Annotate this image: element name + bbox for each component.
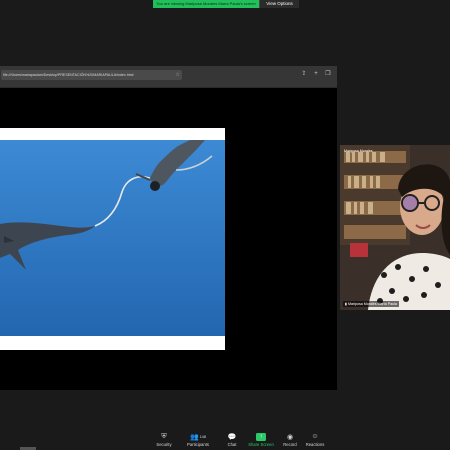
participant-video-feed xyxy=(340,145,450,310)
chat-button[interactable]: 💬 Chat xyxy=(226,432,238,448)
bookmark-star-icon[interactable]: ☆ xyxy=(176,70,180,80)
meeting-toolbar: ⛨ Security 👥 148 Participants 💬 Chat ↑ S… xyxy=(0,428,450,450)
participants-button[interactable]: 👥 148 Participants xyxy=(186,432,210,448)
share-icon[interactable]: ⇪ xyxy=(301,70,307,78)
address-bar[interactable]: file:///Users/mariapaulam/Desktop/PRESEN… xyxy=(1,70,182,80)
signal-icon: ▮ xyxy=(345,302,347,306)
security-label: Security xyxy=(156,442,172,447)
record-button[interactable]: ◉ Record xyxy=(282,432,298,448)
share-screen-icon: ↑ xyxy=(256,432,266,441)
people-icon: 👥 xyxy=(189,433,199,441)
screen-share-banner: You are viewing Mariposa Morales María P… xyxy=(153,0,299,8)
browser-toolbar: file:///Users/mariapaulam/Desktop/PRESEN… xyxy=(0,66,337,88)
address-bar-url: file:///Users/mariapaulam/Desktop/PRESEN… xyxy=(3,73,134,77)
reactions-icon: ☺ xyxy=(311,433,319,440)
tabs-overview-icon[interactable]: ❐ xyxy=(325,70,331,78)
view-options-button[interactable]: View Options xyxy=(259,0,299,8)
new-tab-icon[interactable]: + xyxy=(313,70,319,78)
participant-name-label: ▮ Mariposa Morales María Paula xyxy=(343,301,399,307)
share-screen-button[interactable]: ↑ Share Screen xyxy=(248,432,274,447)
shield-icon: ⛨ xyxy=(161,432,167,440)
share-banner-message: You are viewing Mariposa Morales María P… xyxy=(153,0,259,8)
participants-label: Participants xyxy=(187,442,209,447)
record-label: Record xyxy=(283,442,297,447)
reactions-button[interactable]: ☺ Reactions xyxy=(304,432,326,447)
share-screen-icon-wrap: ↑ xyxy=(248,432,274,441)
participant-name: Mariposa Morales María Paula xyxy=(347,302,397,306)
reactions-label: Reactions xyxy=(305,442,325,447)
browser-actions: ⇪ + ❐ xyxy=(301,70,331,78)
shared-screen: file:///Users/mariapaulam/Desktop/PRESEN… xyxy=(0,66,337,390)
record-icon: ◉ xyxy=(286,433,294,441)
freediver-shark-photo xyxy=(0,140,225,336)
chat-icon: 💬 xyxy=(227,433,237,441)
participant-video-tile[interactable]: Mariposa Morales ▮ Mariposa Morales Marí… xyxy=(340,145,450,310)
participant-top-label: Mariposa Morales xyxy=(344,149,373,153)
freediver-shark-illustration xyxy=(0,140,225,336)
chat-label: Chat xyxy=(227,442,237,447)
participants-icon: 👥 148 xyxy=(186,432,210,441)
presentation-slide xyxy=(0,128,225,350)
security-button[interactable]: ⛨ Security xyxy=(156,432,172,448)
share-screen-label: Share Screen xyxy=(248,442,274,447)
zoom-meeting-window: You are viewing Mariposa Morales María P… xyxy=(0,0,450,450)
participants-count: 148 xyxy=(199,434,207,439)
